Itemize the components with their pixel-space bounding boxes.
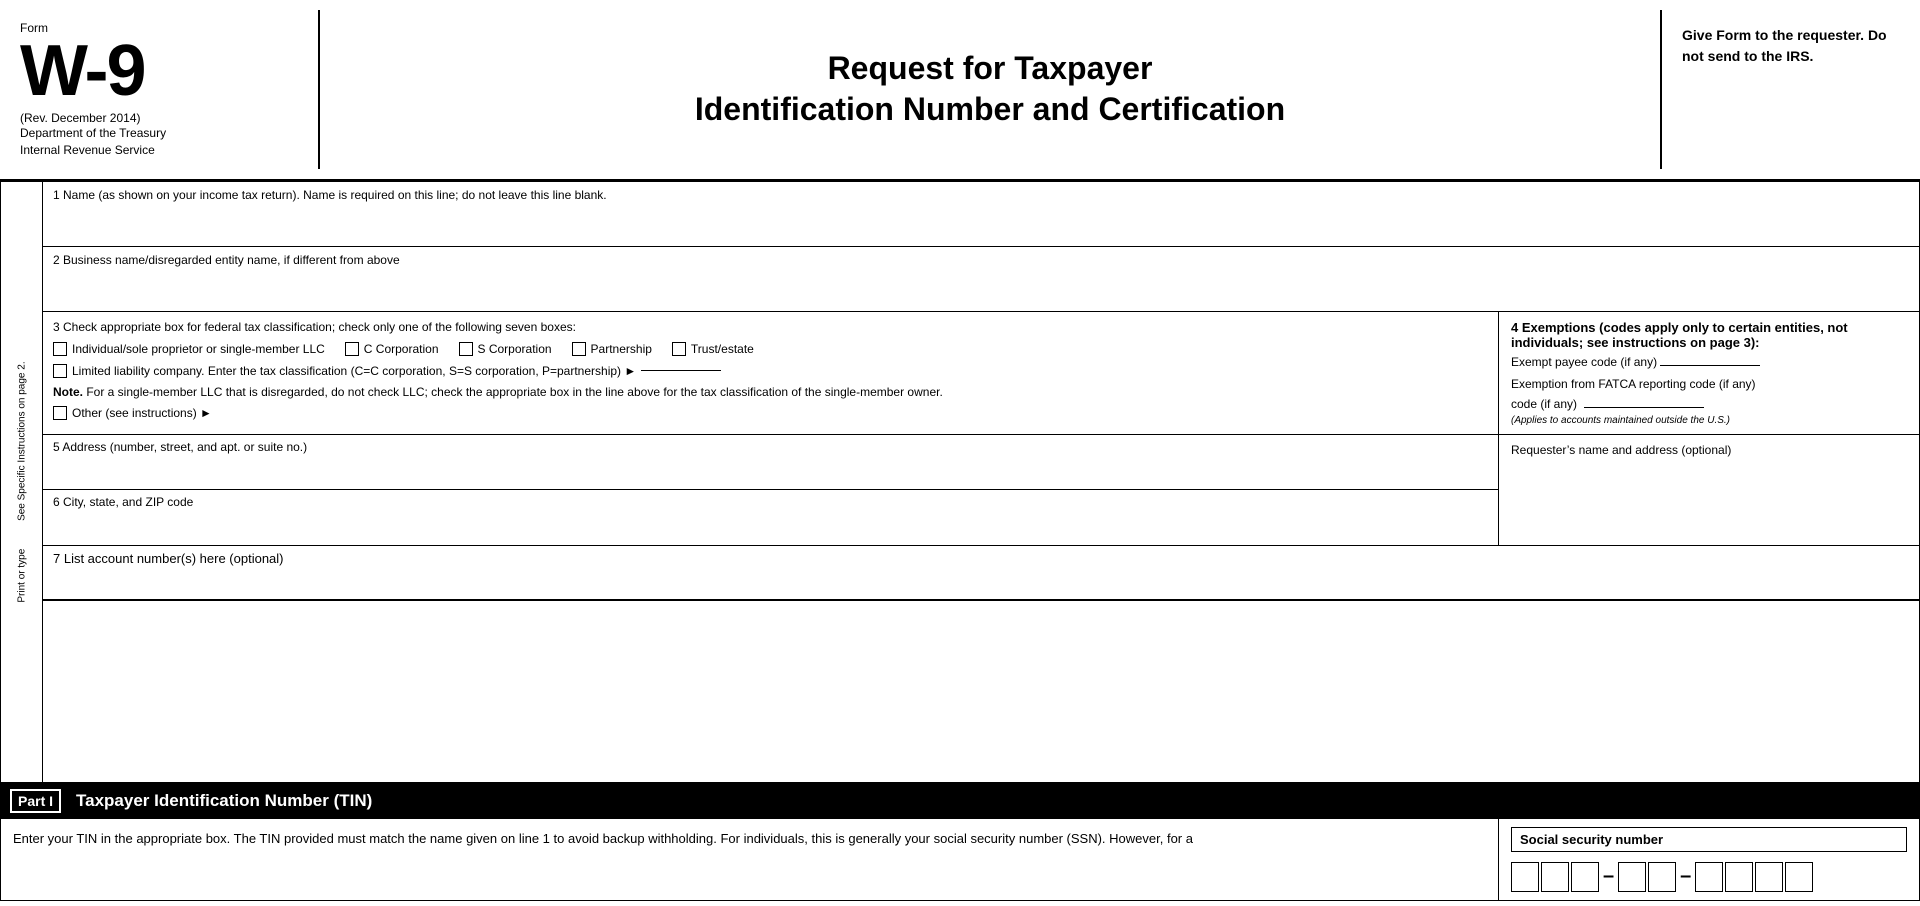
- ssn-group1: [1511, 862, 1599, 892]
- ssn-box-1[interactable]: [1511, 862, 1539, 892]
- form-number: W-9: [20, 35, 298, 107]
- field1-label: 1 Name (as shown on your income tax retu…: [43, 182, 1919, 204]
- requester-address-label: Requester’s name and address (optional): [1511, 443, 1907, 457]
- form-dept1: Department of the Treasury: [20, 125, 298, 142]
- checkbox-partnership-box[interactable]: [572, 342, 586, 356]
- form-rev: (Rev. December 2014): [20, 111, 298, 125]
- field7-label: 7 List account number(s) here (optional): [53, 551, 1909, 566]
- checkbox-ccorp-box[interactable]: [345, 342, 359, 356]
- exempt-payee-input[interactable]: [1660, 365, 1760, 366]
- note-row: Note. For a single-member LLC that is di…: [53, 384, 1488, 401]
- field2-input[interactable]: [43, 269, 1919, 304]
- header-center: Request for Taxpayer Identification Numb…: [320, 10, 1660, 169]
- checkbox-ccorp: C Corporation: [345, 342, 439, 356]
- fatca-section: Exemption from FATCA reporting code (if …: [1511, 377, 1907, 426]
- ssn-box-6[interactable]: [1695, 862, 1723, 892]
- fatca-code-input[interactable]: [1584, 407, 1704, 408]
- form-header: Form W-9 (Rev. December 2014) Department…: [0, 0, 1920, 182]
- form-sidebar: Print or type See Specific Instructions …: [1, 182, 43, 782]
- fatca-applies: (Applies to accounts maintained outside …: [1511, 415, 1907, 426]
- checkbox-llc-box[interactable]: [53, 364, 67, 378]
- part1-title: Taxpayer Identification Number (TIN): [76, 791, 372, 811]
- exempt-payee-label: Exempt payee code (if any): [1511, 355, 1657, 369]
- w9-form: Form W-9 (Rev. December 2014) Department…: [0, 0, 1920, 906]
- field1-input[interactable]: [43, 204, 1919, 239]
- header-right-instructions: Give Form to the requester. Do not send …: [1660, 10, 1920, 169]
- ssn-group3: [1695, 862, 1813, 892]
- part1-tin-area: Social security number – –: [1499, 819, 1919, 900]
- field5-label: 5 Address (number, street, and apt. or s…: [43, 435, 1498, 456]
- fatca-code-label: code (if any): [1511, 397, 1577, 411]
- part1-paragraph: Enter your TIN in the appropriate box. T…: [13, 829, 1486, 849]
- note-text: For a single-member LLC that is disregar…: [83, 385, 943, 399]
- field7-row: 7 List account number(s) here (optional): [43, 546, 1919, 601]
- field2-label: 2 Business name/disregarded entity name,…: [43, 247, 1919, 269]
- ssn-dash2: –: [1680, 865, 1691, 888]
- field3-label: 3 Check appropriate box for federal tax …: [53, 320, 1488, 334]
- checkbox-scorp-box[interactable]: [459, 342, 473, 356]
- requester-address: Requester’s name and address (optional): [1499, 435, 1919, 545]
- field5-input[interactable]: [43, 456, 1498, 486]
- fatca-label: Exemption from FATCA reporting code (if …: [1511, 377, 1907, 391]
- part1-label: Part I: [10, 789, 61, 813]
- part1-text-area: Enter your TIN in the appropriate box. T…: [1, 819, 1499, 900]
- ssn-box-7[interactable]: [1725, 862, 1753, 892]
- field2-row: 2 Business name/disregarded entity name,…: [43, 247, 1919, 312]
- ssn-box-9[interactable]: [1785, 862, 1813, 892]
- main-fields: 1 Name (as shown on your income tax retu…: [43, 182, 1919, 782]
- sidebar-text: Print or type See Specific Instructions …: [16, 361, 27, 602]
- field6-input[interactable]: [43, 511, 1498, 541]
- exemptions-section: 4 Exemptions (codes apply only to certai…: [1499, 312, 1919, 434]
- checkbox-individual: Individual/sole proprietor or single-mem…: [53, 342, 325, 356]
- checkbox-individual-label: Individual/sole proprietor or single-mem…: [72, 342, 325, 356]
- fatca-code-row: code (if any): [1511, 397, 1907, 411]
- note-bold: Note.: [53, 385, 83, 399]
- form-label-number: Form W-9: [20, 20, 298, 107]
- ssn-label: Social security number: [1511, 827, 1907, 852]
- ssn-box-2[interactable]: [1541, 862, 1569, 892]
- other-label: Other (see instructions) ►: [72, 406, 212, 420]
- checkbox-partnership-label: Partnership: [591, 342, 652, 356]
- other-row: Other (see instructions) ►: [53, 406, 1488, 420]
- part1-content: Enter your TIN in the appropriate box. T…: [0, 819, 1920, 901]
- ssn-box-4[interactable]: [1618, 862, 1646, 892]
- form-dept2: Internal Revenue Service: [20, 142, 298, 159]
- llc-label: Limited liability company. Enter the tax…: [72, 364, 636, 378]
- checkbox-trust-box[interactable]: [672, 342, 686, 356]
- checkbox-individual-box[interactable]: [53, 342, 67, 356]
- header-left: Form W-9 (Rev. December 2014) Department…: [0, 10, 320, 169]
- part1-header: Part I Taxpayer Identification Number (T…: [0, 783, 1920, 819]
- checkbox-scorp: S Corporation: [459, 342, 552, 356]
- ssn-box-5[interactable]: [1648, 862, 1676, 892]
- checkbox-partnership: Partnership: [572, 342, 652, 356]
- checkbox-trust: Trust/estate: [672, 342, 754, 356]
- tax-class-section: 3 Check appropriate box for federal tax …: [43, 312, 1919, 435]
- checkboxes-row: Individual/sole proprietor or single-mem…: [53, 342, 1488, 356]
- checkbox-scorp-label: S Corporation: [478, 342, 552, 356]
- ssn-box-3[interactable]: [1571, 862, 1599, 892]
- exemptions-header: 4 Exemptions (codes apply only to certai…: [1511, 320, 1907, 350]
- llc-input-line[interactable]: [641, 370, 721, 371]
- ssn-group2: [1618, 862, 1676, 892]
- field6-label: 6 City, state, and ZIP code: [43, 490, 1498, 511]
- ssn-box-8[interactable]: [1755, 862, 1783, 892]
- checkbox-other-box[interactable]: [53, 406, 67, 420]
- exempt-payee-row: Exempt payee code (if any): [1511, 355, 1907, 369]
- field1-row: 1 Name (as shown on your income tax retu…: [43, 182, 1919, 247]
- tax-class-main: 3 Check appropriate box for federal tax …: [43, 312, 1499, 434]
- address-section: 5 Address (number, street, and apt. or s…: [43, 435, 1919, 546]
- llc-row: Limited liability company. Enter the tax…: [53, 364, 1488, 378]
- ssn-dash1: –: [1603, 865, 1614, 888]
- address-left: 5 Address (number, street, and apt. or s…: [43, 435, 1499, 545]
- form-title: Request for Taxpayer Identification Numb…: [695, 48, 1285, 131]
- form-body: Print or type See Specific Instructions …: [0, 182, 1920, 783]
- field5-row: 5 Address (number, street, and apt. or s…: [43, 435, 1498, 490]
- checkbox-trust-label: Trust/estate: [691, 342, 754, 356]
- field6-row: 6 City, state, and ZIP code: [43, 490, 1498, 545]
- checkbox-ccorp-label: C Corporation: [364, 342, 439, 356]
- ssn-boxes: – –: [1511, 862, 1907, 892]
